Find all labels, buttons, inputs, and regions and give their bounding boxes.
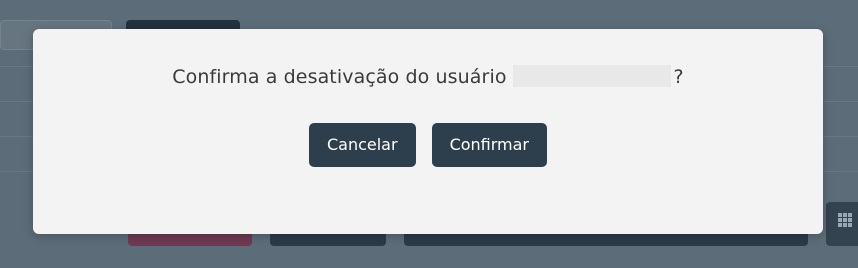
grid-icon — [838, 213, 852, 227]
dialog-message: Confirma a desativação do usuário? — [33, 65, 823, 88]
dialog-message-suffix: ? — [673, 66, 684, 88]
dialog-message-text: Confirma a desativação do usuário — [172, 66, 507, 88]
cancel-button[interactable]: Cancelar — [308, 123, 416, 167]
confirm-dialog: Confirma a desativação do usuário? Cance… — [33, 29, 823, 234]
redacted-username — [512, 65, 671, 87]
confirm-button[interactable]: Confirmar — [431, 123, 548, 167]
dialog-actions: Cancelar Confirmar — [33, 123, 823, 167]
